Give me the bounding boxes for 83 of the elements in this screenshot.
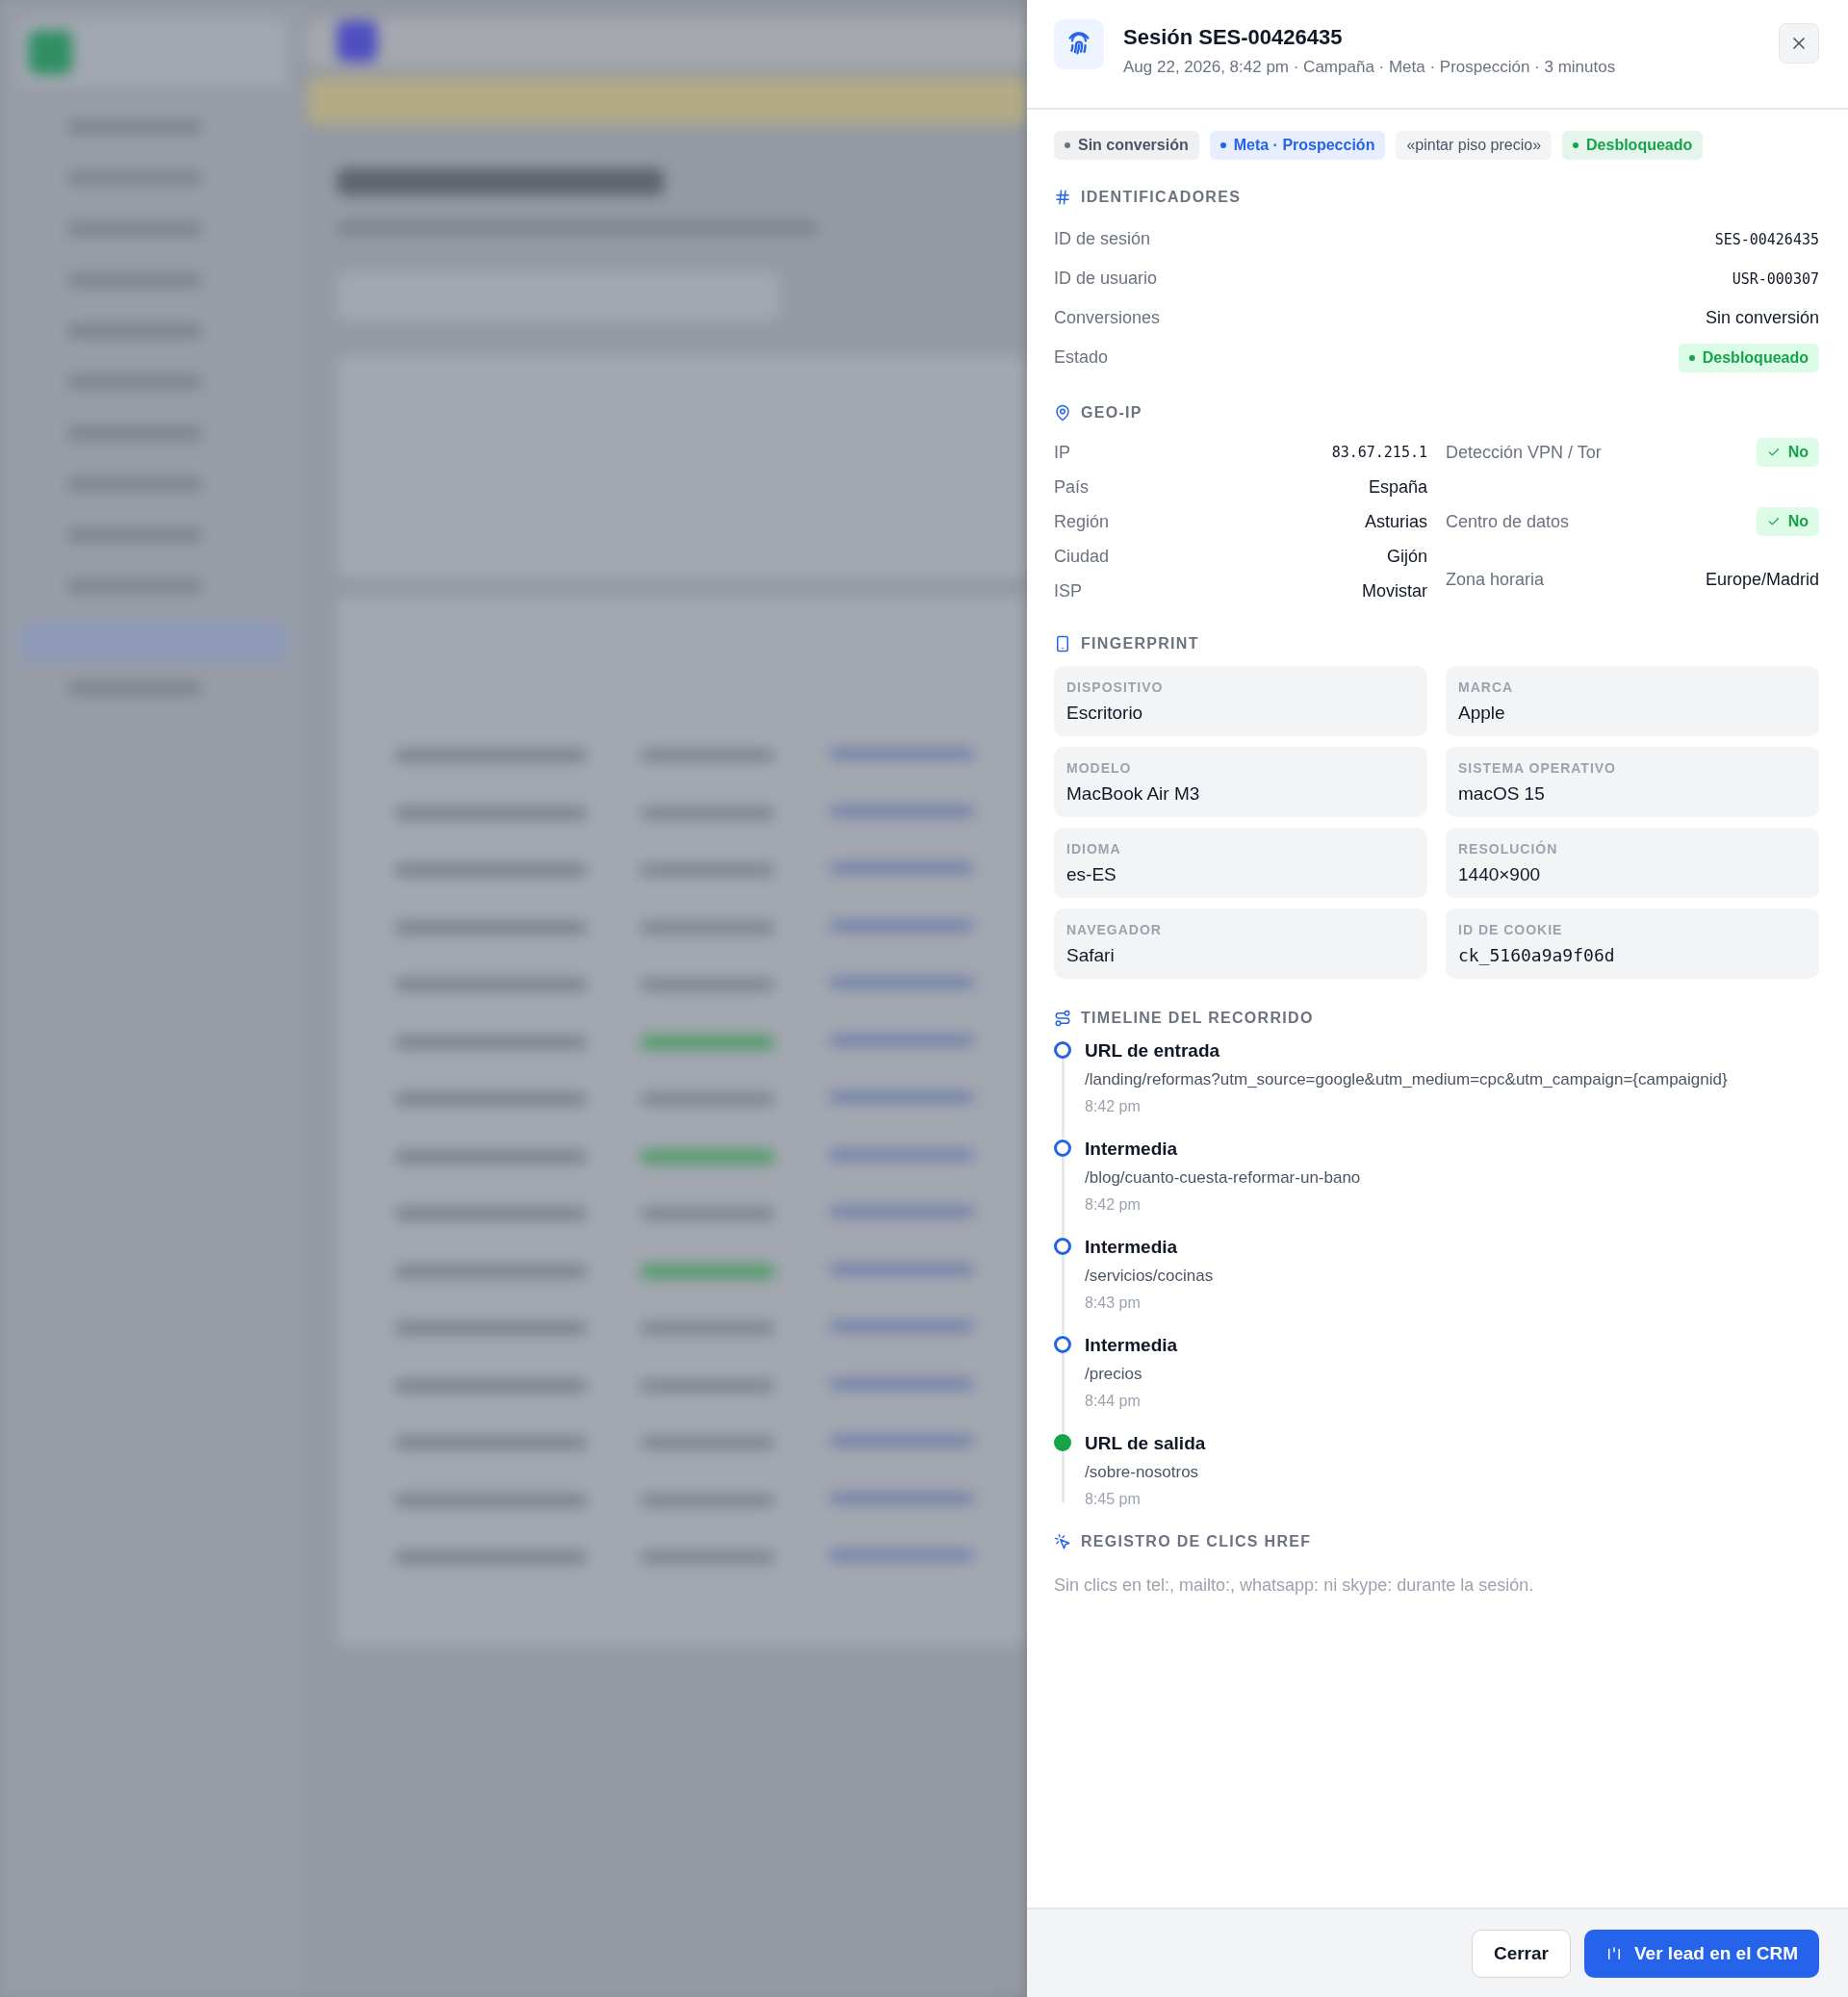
field-label: Zona horaria — [1446, 569, 1545, 590]
field-value: España — [1368, 476, 1427, 498]
card-value: Escritorio — [1066, 702, 1144, 724]
timeline-dot — [1054, 1336, 1071, 1353]
step-url: /landing/reformas?utm_source=google&utm_medium=cpc&utm_campaign={campaignid} — [1085, 1070, 1728, 1089]
card-label: ID DE COOKIE — [1458, 922, 1564, 937]
step-time: 8:43 pm — [1085, 1294, 1142, 1312]
panel-subtitle: Aug 22, 2026, 8:42 pm · Campaña · Meta · Prospección · 3 minutos — [1123, 58, 1617, 77]
field-label: País — [1054, 476, 1090, 498]
field-label: ID de sesión — [1054, 229, 1151, 249]
card-label: SISTEMA OPERATIVO — [1458, 759, 1617, 776]
section-heading: TIMELINE DEL RECORRIDO — [1081, 1010, 1314, 1027]
field-label: Conversiones — [1054, 308, 1161, 328]
step-time: 8:45 pm — [1085, 1491, 1142, 1508]
tag-chip: Desbloqueado — [1562, 131, 1704, 160]
section-heading: FINGERPRINT — [1081, 635, 1199, 653]
check-icon — [1766, 515, 1781, 528]
card-label: MARCA — [1458, 678, 1515, 695]
card-value: MacBook Air M3 — [1066, 782, 1201, 805]
field-label: Detección VPN / Tor — [1446, 442, 1602, 463]
check-badge: No — [1756, 507, 1819, 536]
step-title: Intermedia — [1085, 1335, 1178, 1356]
route-icon — [1054, 1010, 1071, 1027]
step-url: /sobre-nosotros — [1085, 1463, 1200, 1482]
step-title: Intermedia — [1085, 1139, 1179, 1160]
step-time: 8:42 pm — [1085, 1196, 1142, 1214]
card-value: 1440×900 — [1458, 863, 1542, 885]
field-value: 83.67.215.1 — [1331, 444, 1427, 461]
step-url: /precios — [1085, 1365, 1143, 1384]
field-value: Gijón — [1386, 546, 1427, 567]
step-title: URL de salida — [1085, 1433, 1206, 1454]
tag-chip: Sin conversión — [1054, 131, 1199, 160]
tag-chip: «pintar piso precio» — [1396, 131, 1553, 160]
field-label: Región — [1054, 511, 1110, 532]
step-url: /blog/cuanto-cuesta-reformar-un-bano — [1085, 1168, 1361, 1188]
close-button[interactable] — [1779, 23, 1819, 64]
step-url: /servicios/cocinas — [1085, 1267, 1214, 1286]
card-label: DISPOSITIVO — [1066, 678, 1165, 695]
step-title: URL de entrada — [1085, 1040, 1221, 1062]
view-lead-button[interactable]: Ver lead en el CRM — [1584, 1929, 1819, 1978]
field-label: ID de usuario — [1054, 269, 1158, 289]
step-title: Intermedia — [1085, 1237, 1179, 1258]
card-value: macOS 15 — [1458, 782, 1546, 805]
step-time: 8:42 pm — [1085, 1098, 1142, 1115]
status-badge: Desbloqueado — [1678, 343, 1819, 372]
timeline-dot — [1054, 1139, 1071, 1157]
field-value: USR-000307 — [1732, 269, 1819, 288]
timeline-dot — [1054, 1434, 1071, 1451]
card-value: es-ES — [1066, 863, 1117, 885]
close-button[interactable]: Cerrar — [1471, 1929, 1571, 1978]
section-heading: GEO-IP — [1081, 404, 1142, 422]
timeline-dot — [1054, 1238, 1071, 1255]
field-label: ISP — [1054, 580, 1082, 602]
card-label: MODELO — [1066, 759, 1133, 776]
panel-title: Sesión SES-00426435 — [1123, 25, 1344, 50]
bars-icon — [1605, 1944, 1623, 1962]
section-heading: IDENTIFICADORES — [1081, 189, 1242, 206]
card-value: ck_5160a9a9f06d — [1458, 945, 1616, 965]
field-value: Asturias — [1364, 511, 1427, 532]
check-icon — [1766, 446, 1781, 459]
field-value: Europe/Madrid — [1705, 569, 1819, 590]
field-value: SES-00426435 — [1714, 230, 1819, 248]
card-value: Apple — [1458, 702, 1506, 724]
field-label: Estado — [1054, 347, 1109, 368]
field-label: IP — [1054, 442, 1070, 463]
map-pin-icon — [1054, 404, 1071, 422]
card-label: NAVEGADOR — [1066, 921, 1163, 937]
section-heading: REGISTRO DE CLICS HREF — [1081, 1533, 1312, 1550]
timeline-dot — [1054, 1041, 1071, 1059]
hash-icon — [1054, 189, 1071, 206]
pointer-click-icon — [1054, 1533, 1071, 1550]
empty-message: Sin clics en tel:, mailto:, whatsapp: ni skype: durante la sesión. — [1054, 1575, 1535, 1596]
tablet-icon — [1054, 635, 1071, 653]
field-label: Centro de datos — [1446, 511, 1570, 532]
card-value: Safari — [1066, 944, 1116, 966]
card-label: RESOLUCIÓN — [1458, 840, 1559, 857]
card-label: IDIOMA — [1066, 840, 1122, 857]
field-value: Sin conversión — [1705, 308, 1819, 328]
tag-chip: Meta · Prospección — [1209, 131, 1386, 160]
step-time: 8:44 pm — [1085, 1393, 1142, 1410]
field-label: Ciudad — [1054, 546, 1110, 567]
field-value: Movistar — [1362, 580, 1427, 602]
check-badge: No — [1756, 438, 1819, 467]
